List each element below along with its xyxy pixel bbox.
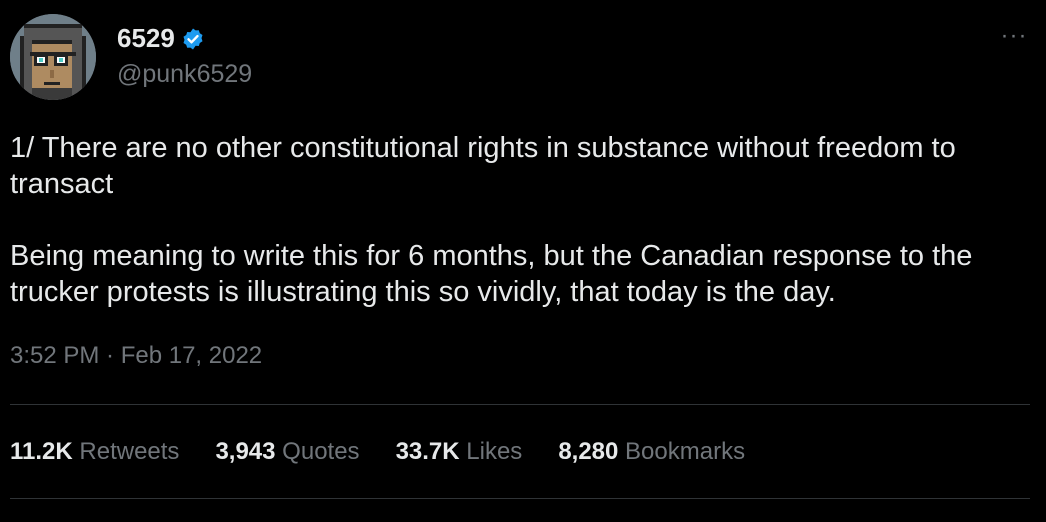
stat-likes[interactable]: 33.7K Likes: [396, 436, 523, 468]
stat-count: 11.2K: [10, 438, 73, 465]
divider: [10, 404, 1030, 405]
stat-quotes[interactable]: 3,943 Quotes: [215, 436, 359, 468]
stat-label: Quotes: [282, 438, 360, 465]
stat-label: Likes: [466, 438, 523, 465]
verified-badge-icon[interactable]: [181, 26, 205, 50]
stat-bookmarks[interactable]: 8,280 Bookmarks: [558, 436, 745, 468]
tweet-paragraph: Being meaning to write this for 6 months…: [10, 240, 973, 308]
engagement-stats: 11.2K Retweets 3,943 Quotes 33.7K Likes …: [10, 436, 781, 468]
tweet-text: 1/ There are no other constitutional rig…: [10, 130, 1030, 310]
tweet-detail: 6529 @punk6529 ··· 1/ There are no other…: [0, 0, 1046, 522]
divider: [10, 498, 1030, 499]
stat-retweets[interactable]: 11.2K Retweets: [10, 436, 179, 468]
stat-count: 8,280: [558, 438, 619, 465]
stat-count: 3,943: [215, 438, 276, 465]
display-name[interactable]: 6529: [117, 22, 205, 54]
stat-label: Retweets: [79, 438, 180, 465]
stat-label: Bookmarks: [625, 438, 746, 465]
tweet-paragraph: 1/ There are no other constitutional rig…: [10, 132, 956, 200]
more-options-icon[interactable]: ···: [998, 24, 1030, 48]
stat-count: 33.7K: [395, 438, 460, 465]
display-name-text: 6529: [117, 23, 175, 53]
user-handle[interactable]: @punk6529: [117, 58, 252, 90]
avatar[interactable]: [10, 14, 96, 100]
cryptopunk-avatar-icon: [10, 14, 96, 100]
tweet-timestamp[interactable]: 3:52 PM · Feb 17, 2022: [10, 340, 262, 372]
